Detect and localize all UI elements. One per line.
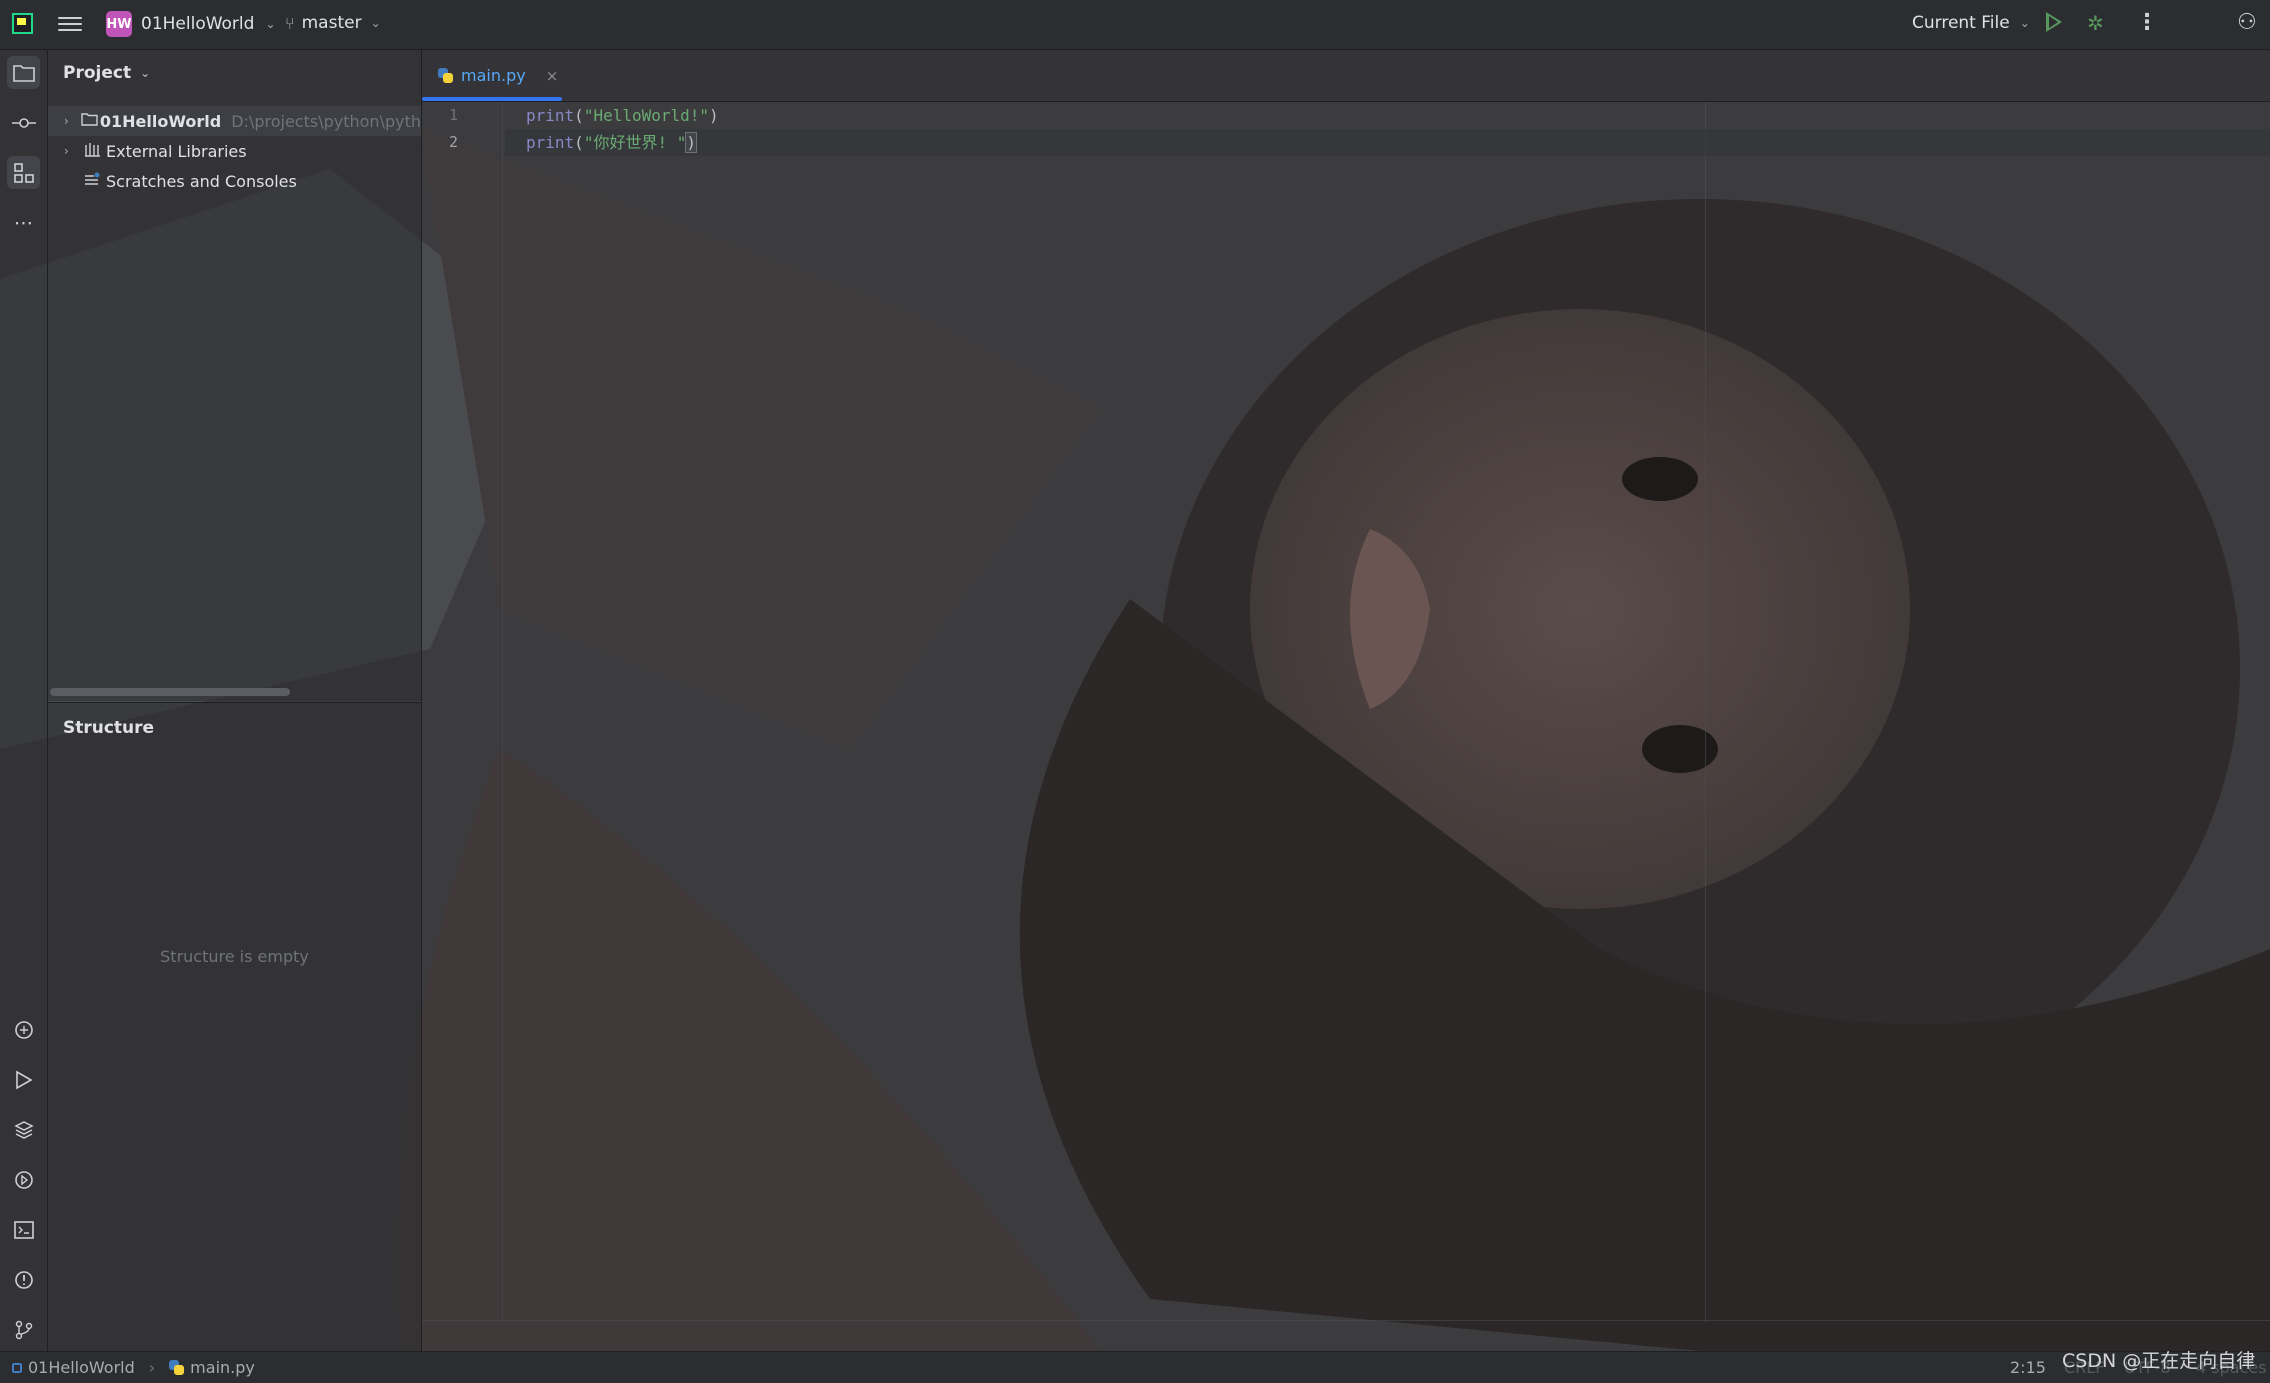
structure-tool-icon[interactable] (7, 156, 40, 189)
module-icon (12, 1362, 22, 1373)
run-config-label: Current File (1912, 13, 2010, 33)
expand-arrow-icon[interactable]: › (64, 114, 81, 128)
caret-position[interactable]: 2:15 (2010, 1358, 2046, 1377)
editor-tabs: main.py × (422, 50, 2270, 102)
code-keyword: print (526, 133, 575, 152)
code-paren: ) (709, 106, 719, 125)
active-tab-indicator (422, 97, 562, 101)
matched-paren: ) (685, 132, 697, 153)
branch-name: master (301, 13, 362, 33)
project-view-selector[interactable]: Project ⌄ (63, 63, 150, 83)
scratches-icon (84, 172, 106, 191)
chevron-down-icon: ⌄ (265, 17, 276, 31)
pycharm-logo-icon (12, 13, 33, 34)
run-configuration-selector[interactable]: Current File ⌄ (1912, 13, 2030, 33)
tree-item-project-root[interactable]: › 01HelloWorld D:\projects\python\pyth (48, 106, 421, 136)
line-number: 2 (448, 133, 458, 151)
structure-panel-title: Structure (63, 718, 155, 738)
horizontal-scrollbar[interactable] (50, 688, 290, 696)
project-badge: HW (106, 11, 132, 37)
breadcrumb-file[interactable]: main.py (190, 1358, 255, 1377)
vcs-branch-widget[interactable]: ⑂ master ⌄ (285, 13, 381, 33)
library-icon (84, 142, 106, 161)
structure-empty-text: Structure is empty (160, 947, 309, 966)
chevron-right-icon: › (148, 1358, 156, 1377)
title-bar: HW 01HelloWorld ⌄ ⑂ master ⌄ Current Fil… (0, 0, 2270, 50)
python-file-icon (169, 1360, 185, 1375)
tree-item-external-libraries[interactable]: › External Libraries (48, 136, 421, 166)
code-with-me-icon[interactable]: ⚇ (2237, 10, 2257, 36)
project-switcher[interactable]: HW 01HelloWorld ⌄ (106, 11, 276, 37)
line-number: 1 (448, 106, 458, 124)
code-line-current[interactable]: print("你好世界! ") (505, 129, 2270, 156)
structure-tool-window: Structure Structure is empty (48, 702, 422, 1352)
code-line[interactable]: print("HelloWorld!") (505, 102, 2270, 129)
left-tool-strip: ⋯ (0, 50, 48, 1351)
folder-icon (81, 112, 100, 130)
gutter-divider (502, 102, 503, 1322)
expand-arrow-icon[interactable]: › (64, 144, 84, 158)
tree-item-label: External Libraries (106, 141, 247, 161)
run-tool-icon[interactable] (7, 1063, 40, 1096)
tree-item-label: Scratches and Consoles (106, 171, 297, 191)
project-tool-window: Project ⌄ › 01HelloWorld D:\projects\pyt… (48, 50, 422, 701)
commit-icon[interactable] (7, 106, 40, 139)
editor-bottom-divider (422, 1320, 2270, 1321)
chevron-down-icon: ⌄ (140, 66, 151, 80)
editor-gutter: 1 2 (422, 102, 502, 1322)
right-margin-guide (1705, 102, 1706, 1322)
project-tool-folder-icon[interactable] (7, 56, 40, 89)
status-bar: 01HelloWorld › main.py 2:15 CRLF UTF-8 4… (0, 1351, 2270, 1383)
git-icon[interactable] (7, 1313, 40, 1346)
debug-icon[interactable]: ✲ (2087, 11, 2104, 35)
tree-item-path: D:\projects\python\pyth (231, 111, 421, 131)
python-console-icon[interactable] (7, 1013, 40, 1046)
more-actions-icon[interactable]: ⋮ (2136, 9, 2158, 37)
terminal-icon[interactable] (7, 1213, 40, 1246)
watermark-text: CSDN @正在走向自律 (2062, 1350, 2256, 1372)
code-editor[interactable]: 1 2 print("HelloWorld!") print("你好世界! ") (422, 102, 2270, 1322)
tab-main-py[interactable]: main.py × (422, 50, 562, 101)
services-icon[interactable] (7, 1163, 40, 1196)
tree-item-scratches[interactable]: Scratches and Consoles (48, 166, 421, 196)
main-menu-icon[interactable] (58, 13, 82, 35)
python-file-icon (438, 68, 453, 83)
branch-icon: ⑂ (285, 13, 295, 33)
tab-label: main.py (461, 66, 526, 85)
project-name: 01HelloWorld (141, 14, 255, 34)
run-icon[interactable] (2046, 12, 2062, 32)
code-string: "HelloWorld!" (583, 106, 710, 125)
problems-icon[interactable] (7, 1263, 40, 1296)
chevron-down-icon: ⌄ (370, 16, 381, 30)
breadcrumb: 01HelloWorld › main.py (12, 1358, 255, 1377)
code-paren: ( (574, 133, 584, 152)
code-string: "你好世界! " (583, 133, 687, 152)
project-panel-title: Project (63, 63, 132, 83)
more-tool-windows-icon[interactable]: ⋯ (7, 206, 40, 239)
tree-item-label: 01HelloWorld (99, 111, 222, 131)
close-icon[interactable]: × (546, 67, 559, 85)
code-keyword: print (526, 106, 575, 125)
breadcrumb-project[interactable]: 01HelloWorld (28, 1358, 135, 1377)
python-packages-icon[interactable] (7, 1113, 40, 1146)
code-paren: ( (574, 106, 584, 125)
chevron-down-icon: ⌄ (2019, 16, 2030, 30)
